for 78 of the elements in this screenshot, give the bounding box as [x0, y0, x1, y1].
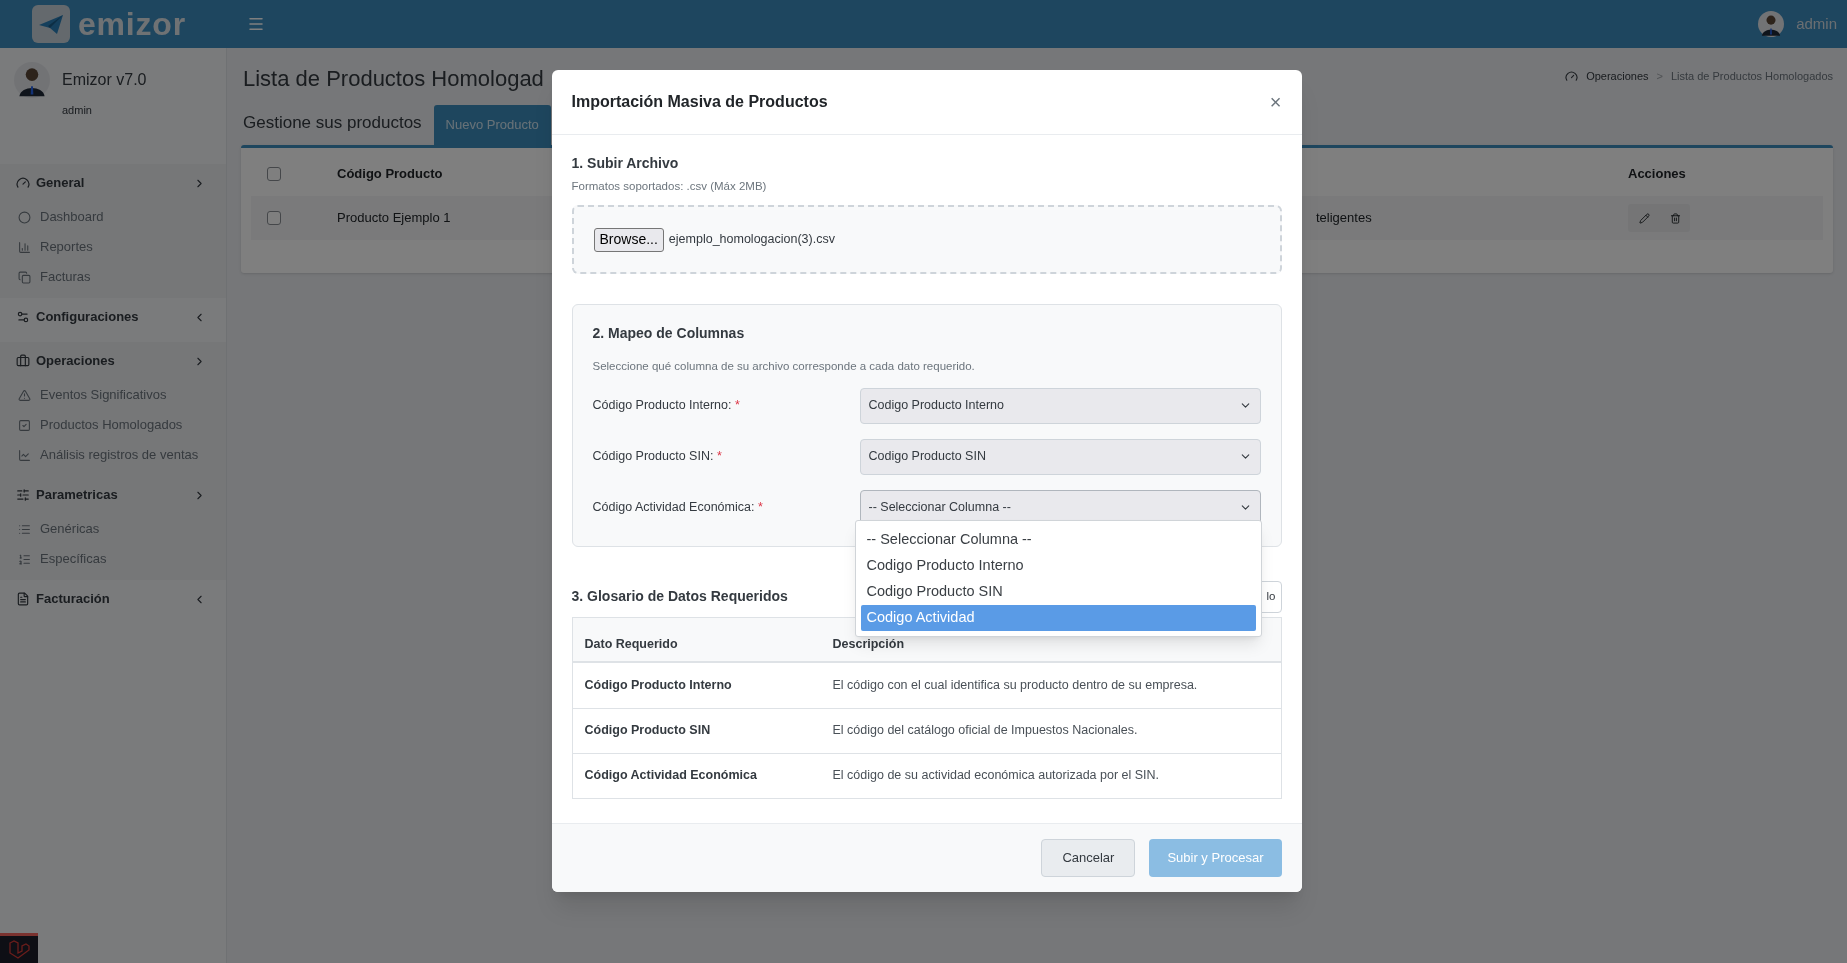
briefcase-icon	[16, 354, 30, 368]
checkbox[interactable]	[267, 211, 281, 225]
edit-button[interactable]	[1628, 204, 1660, 232]
table-cell-text: El código con el cual identifica su producto dentro de su empresa.	[832, 676, 1198, 694]
list-icon	[18, 522, 31, 536]
menu-group[interactable]: Configuraciones	[0, 298, 226, 336]
bar-chart-icon	[18, 240, 31, 254]
dropdown-option[interactable]: Codigo Producto Interno	[860, 552, 1256, 579]
menu-item[interactable]: Reportes	[0, 232, 226, 262]
column-select[interactable]: Codigo Producto SIN	[859, 438, 1261, 475]
page-subtitle: Gestione sus productos	[243, 111, 423, 134]
delete-button[interactable]	[1660, 204, 1690, 232]
trash-icon	[1669, 212, 1681, 224]
column-header: Acciones	[1628, 165, 1686, 184]
dropdown-option[interactable]: Codigo Actividad	[860, 604, 1256, 631]
checkbox-icon	[18, 418, 31, 432]
app-name: Emizor v7.0	[62, 70, 147, 90]
column-header: Código Producto	[337, 165, 443, 184]
logo-icon	[32, 5, 70, 43]
menu-item[interactable]: Dashboard	[0, 202, 226, 232]
circle-icon	[18, 210, 31, 224]
menu-icon[interactable]	[247, 15, 265, 33]
column-header: Dato Requerido	[584, 635, 679, 653]
menu-item[interactable]: Productos Homologados	[0, 410, 226, 440]
menu-group[interactable]: Facturación	[0, 580, 226, 618]
sliders-icon	[16, 488, 30, 502]
table-cell-text: El código del catálogo oficial de Impuestos Nacionales.	[832, 722, 1138, 740]
user-avatar	[1758, 11, 1785, 37]
copy-icon	[18, 270, 31, 284]
section-title: 3. Glosario de Datos Requeridos	[571, 587, 788, 606]
pencil-icon	[1638, 212, 1650, 224]
cancel-button[interactable]: Cancelar	[1041, 839, 1136, 877]
menu-group[interactable]: Parametricas	[0, 476, 226, 514]
warning-icon	[18, 388, 31, 402]
menu-group[interactable]: General	[0, 164, 226, 202]
gauge-icon	[16, 176, 30, 190]
table-cell-text: teligentes	[1316, 209, 1372, 228]
menu-item[interactable]: Genéricas	[0, 514, 226, 544]
dropdown-option[interactable]: -- Seleccionar Columna --	[860, 526, 1256, 553]
numbered-list-icon	[18, 552, 31, 566]
table-cell-text: Código Actividad Económica	[584, 767, 758, 785]
menu-group[interactable]: Operaciones	[0, 342, 226, 380]
file-name: ejemplo_homologacion(3).csv	[668, 231, 835, 249]
table-cell-text: Código Producto Interno	[584, 676, 733, 694]
checkbox[interactable]	[267, 167, 281, 181]
section-description: Seleccione qué columna de su archivo corresponde a cada dato requerido.	[592, 359, 976, 375]
breadcrumb-link[interactable]: Operaciones	[1586, 68, 1649, 85]
user-avatar	[14, 62, 50, 98]
section-title: 1. Subir Archivo	[571, 154, 680, 173]
format-hint: Formatos soportados: .csv (Máx 2MB)	[571, 179, 768, 194]
debug-bar-button[interactable]	[0, 933, 38, 963]
browse-button[interactable]: Browse...	[593, 227, 664, 252]
field-label: Código Actividad Económica: *	[592, 499, 764, 517]
new-product-button[interactable]: Nuevo Producto	[433, 105, 551, 145]
breadcrumb-separator: >	[1656, 69, 1663, 84]
menu-item[interactable]: Específicas	[0, 544, 226, 574]
page-title: Lista de Productos Homologad	[243, 65, 544, 93]
user-name[interactable]: admin	[1796, 12, 1837, 36]
field-label: Código Producto SIN: *	[592, 448, 723, 466]
close-button[interactable]: ×	[1269, 92, 1282, 112]
upload-dropzone[interactable]: Browse... ejemplo_homologacion(3).csv	[571, 205, 1282, 275]
gauge-icon	[1565, 69, 1579, 83]
column-header: Descripción	[832, 635, 905, 653]
menu-item[interactable]: Eventos Significativos	[0, 380, 226, 410]
document-icon	[16, 592, 30, 606]
table-cell-text: Producto Ejemplo 1	[337, 209, 451, 228]
menu-item[interactable]: Facturas	[0, 262, 226, 292]
cubes-logo-icon	[8, 939, 30, 960]
brand-name: emizor	[78, 8, 186, 40]
menu-item[interactable]: Análisis registros de ventas	[0, 440, 226, 470]
user-role: admin	[62, 103, 93, 118]
dialog-title: Importación Masiva de Productos	[571, 92, 828, 112]
field-label: Código Producto Interno: *	[592, 397, 741, 415]
table-cell-text: El código de su actividad económica autorizada por el SIN.	[832, 767, 1160, 785]
column-select[interactable]: Codigo Producto Interno	[859, 387, 1261, 424]
section-title: 2. Mapeo de Columnas	[592, 324, 746, 344]
line-chart-icon	[18, 448, 31, 462]
table-cell-text: Código Producto SIN	[584, 722, 712, 740]
